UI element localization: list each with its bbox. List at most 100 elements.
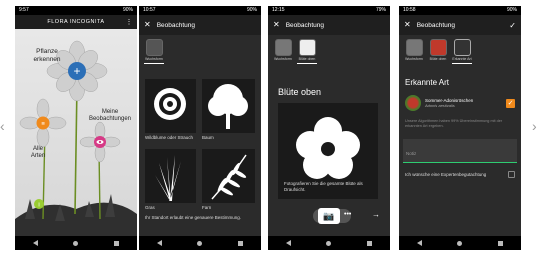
content: Wuchsform Wildblume oder Strauch Baum Gr…: [139, 35, 261, 236]
check-icon[interactable]: ✓: [509, 21, 516, 30]
wildflower-icon: [154, 88, 186, 120]
grass-icon: [155, 155, 185, 201]
svg-text:+: +: [73, 64, 80, 78]
status-bar: 10:58 90%: [399, 6, 521, 15]
tab-growth-form[interactable]: Wuchsform: [404, 39, 424, 64]
app-bar: ✕ Beobachtung ✓: [399, 15, 521, 35]
nav-recent-icon[interactable]: [498, 240, 504, 246]
tab-label: Blüte oben: [429, 57, 447, 61]
nav-recent-icon[interactable]: [238, 240, 244, 246]
tile-wildflower[interactable]: [145, 79, 196, 133]
nav-home-icon[interactable]: [73, 240, 79, 246]
phone-flower-top: 12:15 79% ✕ Beobachtung Wuchsform Blüte …: [268, 6, 390, 250]
app-bar: ✕ Beobachtung: [268, 15, 390, 35]
location-hint: Ihr Standort erlaubt eine genauere Besti…: [145, 215, 242, 220]
android-nav-bar: [268, 236, 390, 250]
more-vert-icon[interactable]: ⋮: [126, 18, 134, 26]
step-tabs: Wuchsform Blüte oben Erkannte Art: [399, 35, 521, 64]
content: Wuchsform Blüte oben Blüte oben Fotograf…: [268, 35, 390, 236]
camera-icon[interactable]: 📷: [318, 208, 340, 224]
nav-back-icon[interactable]: [32, 240, 38, 246]
expert-review-label: Ich wünsche eine Expertenbegutachtung: [405, 172, 487, 177]
step-tabs: Wuchsform: [139, 35, 261, 64]
tile-label-grass: Gras: [145, 205, 155, 210]
tab-indicator: [273, 63, 293, 64]
tab-growth-form[interactable]: Wuchsform: [273, 39, 293, 64]
nav-home-icon[interactable]: [326, 240, 332, 246]
tab-label: Blüte oben: [298, 57, 316, 61]
flower-thumb-icon: [298, 39, 316, 56]
tab-flower-top[interactable]: Blüte oben: [297, 39, 317, 64]
my-observations-label[interactable]: Meine Beobachtungen: [87, 109, 133, 123]
arrow-right-icon[interactable]: →: [372, 210, 380, 219]
expert-review-row[interactable]: Ich wünsche eine Expertenbegutachtung: [405, 171, 515, 178]
gallery-next-button[interactable]: ›: [532, 118, 537, 134]
all-species-label[interactable]: Alle Arten: [27, 146, 49, 160]
nav-back-icon[interactable]: [156, 240, 162, 246]
tile-fern[interactable]: [202, 149, 255, 203]
svg-text:i: i: [38, 203, 39, 209]
tab-growth-form[interactable]: Wuchsform: [144, 39, 164, 64]
tile-label-wildflower: Wildblume oder Strauch: [145, 135, 194, 140]
result-chart-icon: [453, 39, 471, 56]
app-bar: ✕ Beobachtung: [139, 15, 261, 35]
phone-growth-form: 10:57 90% ✕ Beobachtung Wuchsform Wildbl…: [139, 6, 261, 250]
status-time: 12:15: [272, 7, 285, 13]
species-checkbox[interactable]: ✓: [506, 98, 515, 108]
content: Wuchsform Blüte oben Erkannte Art Erkann…: [399, 35, 521, 236]
tile-grass[interactable]: [145, 149, 196, 203]
nav-home-icon[interactable]: [457, 240, 463, 246]
tab-indicator: [404, 63, 424, 64]
tab-label: Wuchsform: [405, 57, 423, 61]
tab-label: Wuchsform: [274, 57, 292, 61]
nav-recent-icon[interactable]: [367, 240, 373, 246]
tab-indicator: [452, 63, 472, 64]
plant-thumb-icon: [405, 39, 423, 56]
close-icon[interactable]: ✕: [404, 21, 411, 29]
tab-indicator: [144, 63, 164, 64]
app-header: FLORA INCOGNITA ⋮: [15, 15, 137, 29]
notes-field[interactable]: Notiz: [403, 139, 517, 163]
nav-back-icon[interactable]: [416, 240, 422, 246]
android-nav-bar: [139, 236, 261, 250]
tab-result[interactable]: Erkannte Art: [452, 39, 472, 64]
status-battery: 79%: [375, 7, 386, 13]
app-logo: FLORA INCOGNITA: [47, 19, 105, 25]
close-icon[interactable]: ✕: [273, 21, 280, 29]
flower-photo-thumb: [429, 39, 447, 56]
android-nav-bar: [15, 236, 137, 250]
match-disclaimer: Unsere Algorithmen haben 99% Übereinstim…: [405, 119, 503, 128]
flower-guide: Fotografieren Sie die gesamte Blüte als …: [278, 103, 378, 199]
close-icon[interactable]: ✕: [144, 21, 151, 29]
tree-icon: [208, 84, 248, 129]
phone-result: 10:58 90% ✕ Beobachtung ✓ Wuchsform Blüt…: [399, 6, 521, 250]
tab-label: Erkannte Art: [452, 57, 472, 61]
android-nav-bar: [399, 236, 521, 250]
dots-icon[interactable]: •••: [344, 211, 351, 218]
screenshot-gallery: ‹ › 9:57 90% FLORA INCOGNITA ⋮ + ≡ i Pfl…: [0, 0, 539, 253]
nav-home-icon[interactable]: [197, 240, 203, 246]
page-title: Beobachtung: [156, 21, 196, 29]
status-time: 10:58: [403, 7, 416, 13]
fern-icon: [211, 154, 247, 200]
tab-flower-top[interactable]: Blüte oben: [428, 39, 448, 64]
plant-thumb-icon: [145, 39, 163, 56]
identify-plant-label[interactable]: Pflanze erkennen: [27, 48, 67, 64]
section-heading: Blüte oben: [278, 87, 322, 97]
status-time: 9:57: [19, 7, 29, 13]
section-heading: Erkannte Art: [405, 78, 450, 87]
phone-home: 9:57 90% FLORA INCOGNITA ⋮ + ≡ i Pflanze…: [15, 6, 137, 250]
photo-instruction: Fotografieren Sie die gesamte Blüte als …: [284, 181, 363, 192]
species-row[interactable]: Sommer-Adonisröschen Adonis aestivalis ✓: [405, 93, 515, 113]
step-tabs: Wuchsform Blüte oben: [268, 35, 390, 64]
nav-back-icon[interactable]: [285, 240, 291, 246]
expert-review-checkbox[interactable]: [508, 171, 515, 178]
species-latin: Adonis aestivalis: [425, 103, 455, 108]
tab-label: Wuchsform: [145, 57, 163, 61]
tile-label-tree: Baum: [202, 135, 214, 140]
status-time: 10:57: [143, 7, 156, 13]
gallery-prev-button[interactable]: ‹: [0, 118, 5, 134]
nav-recent-icon[interactable]: [114, 240, 120, 246]
tile-tree[interactable]: [202, 79, 255, 133]
tab-indicator: [297, 63, 317, 64]
